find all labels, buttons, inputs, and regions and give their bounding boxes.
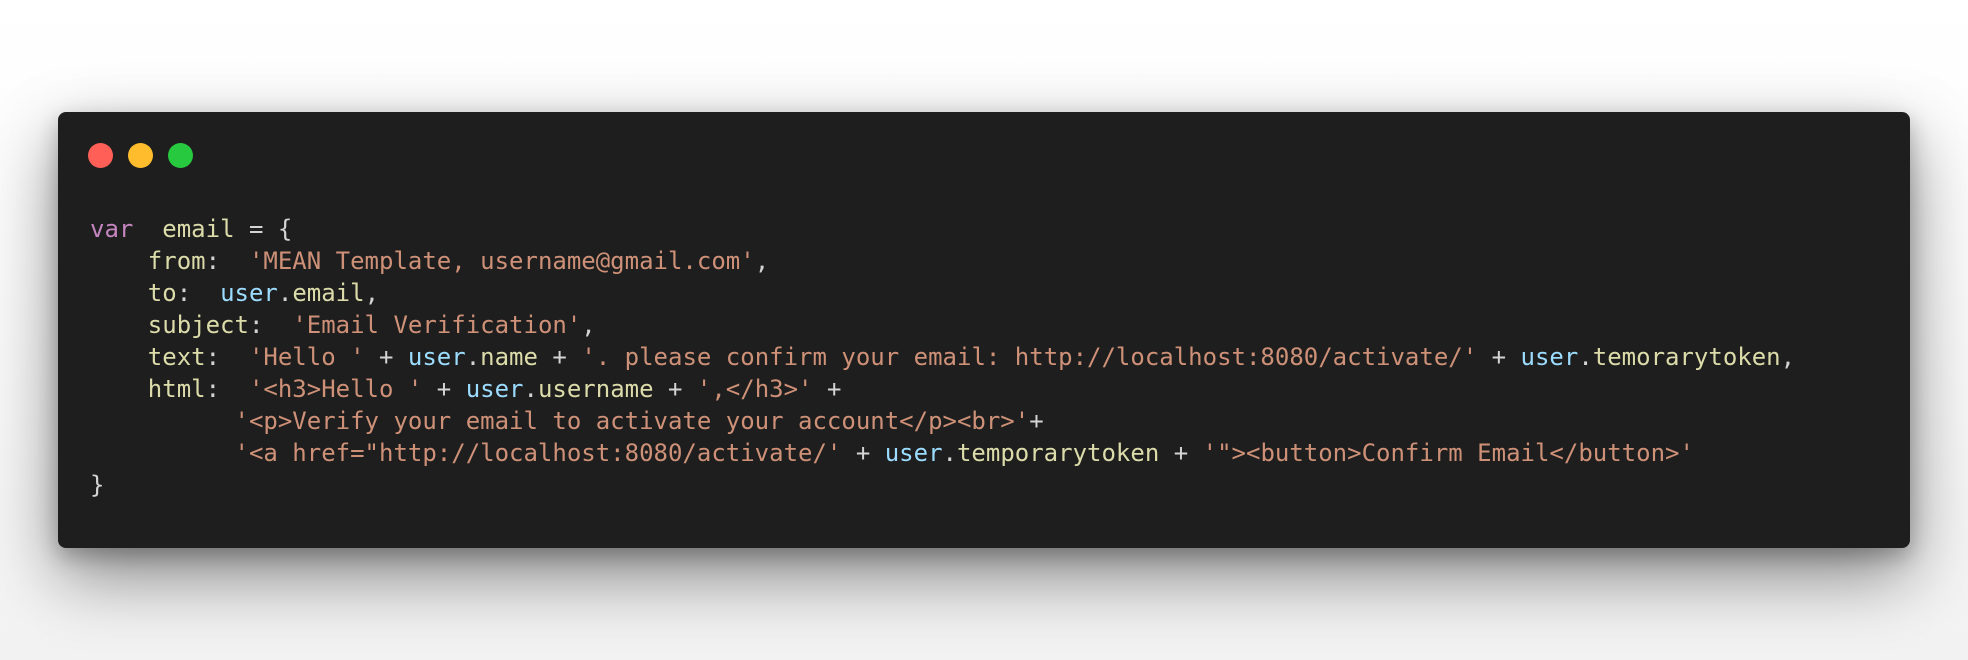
string-token: 'Email Verification'	[292, 311, 582, 339]
close-dot-icon[interactable]	[88, 143, 113, 168]
punctuation-token: = {	[234, 215, 293, 243]
punctuation-token: :	[205, 375, 249, 403]
punctuation-token: +	[537, 343, 582, 371]
string-token: 'MEAN Template, username@gmail.com'	[248, 247, 755, 275]
punctuation-token: }	[90, 471, 105, 499]
member-token: temorarytoken	[1592, 343, 1781, 371]
punctuation-token: +	[1159, 439, 1203, 467]
object-token: user	[465, 375, 524, 403]
property-token: text	[147, 343, 206, 371]
code-line: from: 'MEAN Template, username@gmail.com…	[90, 245, 1795, 277]
code-line: subject: 'Email Verification',	[90, 309, 1795, 341]
string-token: '<h3>Hello '	[248, 375, 423, 403]
punctuation-token	[90, 343, 148, 371]
member-token: name	[480, 343, 538, 371]
code-window: var email = { from: 'MEAN Template, user…	[58, 112, 1910, 548]
punctuation-token	[90, 311, 148, 339]
code-block: var email = { from: 'MEAN Template, user…	[90, 213, 1795, 501]
punctuation-token: ,	[364, 279, 380, 307]
punctuation-token: +	[653, 375, 697, 403]
punctuation-token: :	[248, 311, 293, 339]
string-token: 'Hello '	[248, 343, 365, 371]
punctuation-token: ,	[1780, 343, 1796, 371]
punctuation-token	[90, 407, 235, 435]
punctuation-token: +	[1029, 407, 1044, 435]
property-token: html	[147, 375, 206, 403]
string-token: '<p>Verify your email to activate your a…	[234, 407, 1030, 435]
member-token: email	[292, 279, 365, 307]
punctuation-token	[133, 215, 162, 243]
minimize-dot-icon[interactable]	[128, 143, 153, 168]
punctuation-token: :	[205, 247, 249, 275]
string-token: '"><button>Confirm Email</button>'	[1202, 439, 1694, 467]
punctuation-token: +	[422, 375, 466, 403]
punctuation-token	[90, 375, 148, 403]
punctuation-token: .	[277, 279, 293, 307]
window-controls	[88, 143, 193, 168]
punctuation-token: ,	[581, 311, 596, 339]
code-line: var email = {	[90, 213, 1795, 245]
punctuation-token: :	[176, 279, 221, 307]
keyword-token: var	[90, 215, 134, 243]
code-line: }	[90, 469, 1795, 501]
punctuation-token	[90, 439, 235, 467]
property-token: from	[147, 247, 206, 275]
punctuation-token: +	[812, 375, 842, 403]
member-token: username	[537, 375, 654, 403]
punctuation-token: .	[523, 375, 538, 403]
string-token: ',</h3>'	[696, 375, 813, 403]
code-line: to: user.email,	[90, 277, 1795, 309]
punctuation-token: ,	[754, 247, 770, 275]
maximize-dot-icon[interactable]	[168, 143, 193, 168]
code-line: text: 'Hello ' + user.name + '. please c…	[90, 341, 1795, 373]
punctuation-token: :	[205, 343, 249, 371]
punctuation-token: +	[1477, 343, 1521, 371]
punctuation-token: +	[841, 439, 885, 467]
punctuation-token	[90, 247, 148, 275]
string-token: '. please confirm your email: http://loc…	[581, 343, 1478, 371]
object-token: user	[1520, 343, 1579, 371]
punctuation-token: .	[465, 343, 481, 371]
punctuation-token: .	[942, 439, 957, 467]
property-token: to	[147, 279, 177, 307]
object-token: user	[220, 279, 278, 307]
object-token: user	[407, 343, 466, 371]
punctuation-token	[90, 279, 148, 307]
code-line: html: '<h3>Hello ' + user.username + ',<…	[90, 373, 1795, 405]
variable-token: email	[162, 215, 235, 243]
punctuation-token: .	[1578, 343, 1593, 371]
property-token: subject	[147, 311, 249, 339]
member-token: temporarytoken	[956, 439, 1160, 467]
string-token: '<a href="http://localhost:8080/activate…	[234, 439, 842, 467]
object-token: user	[884, 439, 943, 467]
code-line: '<a href="http://localhost:8080/activate…	[90, 437, 1795, 469]
code-line: '<p>Verify your email to activate your a…	[90, 405, 1795, 437]
punctuation-token: +	[364, 343, 408, 371]
